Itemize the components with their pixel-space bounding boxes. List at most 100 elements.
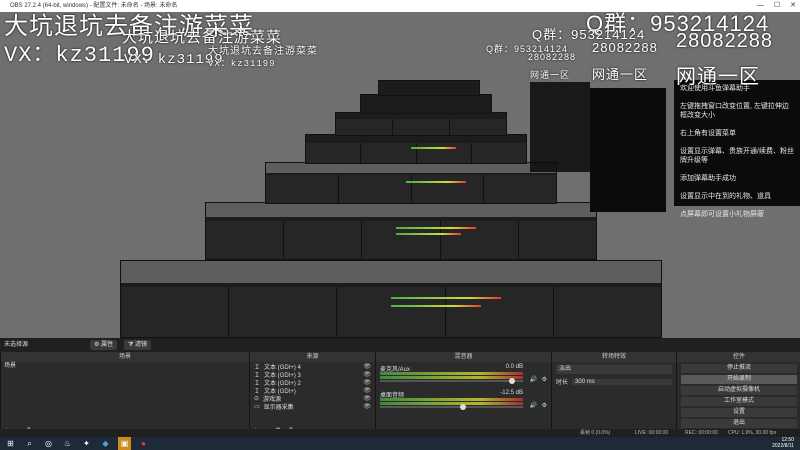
blender-icon[interactable]: ◆ bbox=[99, 437, 112, 450]
sources-dock-title: 来源 bbox=[250, 352, 375, 362]
nested-preview-frame bbox=[265, 162, 557, 204]
duration-input[interactable]: 300 ms bbox=[572, 378, 672, 385]
watermark-vx: VX：kz31199 bbox=[208, 59, 276, 69]
window-title: OBS 27.2.4 (64-bit, windows) - 配置文件: 未命名… bbox=[10, 3, 178, 9]
filters-label: 滤镜 bbox=[135, 342, 148, 348]
obs-icon[interactable]: ● bbox=[137, 437, 150, 450]
system-tray-clock[interactable]: 12:50 2022/8/11 bbox=[772, 437, 794, 450]
window-controls: — ☐ ✕ bbox=[757, 0, 796, 12]
volume-meter bbox=[380, 372, 523, 375]
filters-button[interactable]: ⧩ 滤镜 bbox=[124, 340, 152, 350]
track-db: 0.0 dB bbox=[505, 364, 523, 370]
nested-preview-frame bbox=[360, 94, 492, 114]
volume-meter bbox=[380, 376, 523, 379]
volume-slider[interactable] bbox=[380, 404, 523, 410]
nested-preview-frame bbox=[305, 134, 527, 164]
gear-icon[interactable]: ⚙ bbox=[542, 402, 547, 409]
eye-icon[interactable]: 👁 bbox=[363, 395, 371, 402]
maximize-button[interactable]: ☐ bbox=[774, 0, 780, 12]
clock-date: 2022/8/11 bbox=[772, 443, 794, 449]
virtual-camera-button[interactable]: 启动虚拟摄像机 bbox=[681, 386, 797, 395]
help-line: 设置显示中在到的礼物、道具 bbox=[680, 193, 771, 200]
close-button[interactable]: ✕ bbox=[790, 0, 796, 12]
gear-icon[interactable]: ⚙ bbox=[542, 376, 547, 383]
speaker-icon[interactable]: 🔊 bbox=[530, 402, 537, 409]
gear-icon: ⚙ bbox=[94, 342, 100, 348]
live-timer: LIVE: 00:00:00 bbox=[635, 430, 669, 436]
mixer-dock-title: 混音器 bbox=[376, 352, 551, 362]
filter-icon: ⧩ bbox=[128, 342, 134, 348]
volume-slider-knob[interactable] bbox=[508, 378, 515, 384]
controls-dock: 控件 停止推流 开始录制 启动虚拟摄像机 工作室模式 设置 退出 bbox=[676, 352, 800, 437]
transitions-dock: 转场特效 淡出 时长 300 ms bbox=[551, 352, 676, 437]
danmaku-help-panel: 欢迎使用斗鱼弹幕助手 左键拖拽窗口改变位置, 左键拉伸边框改变大小 右上角有设置… bbox=[674, 80, 800, 218]
volume-slider[interactable] bbox=[380, 378, 523, 384]
steam-icon[interactable]: ♨ bbox=[61, 437, 74, 450]
nested-preview-frame bbox=[335, 112, 507, 136]
counter-strike-icon[interactable]: ✦ bbox=[80, 437, 93, 450]
help-line: 右上角有设置菜单 bbox=[680, 130, 736, 137]
windows-start-icon[interactable]: ⊞ bbox=[4, 437, 17, 450]
watermark-qq2: 28082288 bbox=[592, 40, 658, 55]
scenes-dock: 场景 场景 + − ⌃ ⌄ bbox=[0, 352, 249, 437]
rec-timer: REC: 00:00:00 bbox=[685, 430, 718, 436]
no-source-label: 未选择源 bbox=[4, 342, 29, 348]
watermark-title: 大坑退坑去备注游菜菜 bbox=[208, 46, 318, 57]
source-item[interactable]: ▭ 显示器采集 👁 bbox=[250, 402, 375, 411]
help-line: 左键拖拽窗口改变位置, 左键拉伸边框改变大小 bbox=[680, 103, 789, 119]
transition-type-select[interactable]: 淡出 bbox=[556, 365, 672, 374]
gamepad-icon: ⊙ bbox=[254, 395, 260, 402]
properties-button[interactable]: ⚙ 属性 bbox=[90, 340, 118, 350]
stop-streaming-button[interactable]: 停止推流 bbox=[681, 364, 797, 373]
transitions-dock-title: 转场特效 bbox=[552, 352, 676, 362]
transition-duration-row: 时长 300 ms bbox=[556, 377, 672, 386]
mixer-track: 麦克风/Aux 0.0 dB 🔊 ⚙ bbox=[376, 362, 551, 388]
nested-preview-frame bbox=[205, 202, 597, 260]
volume-meter bbox=[380, 402, 523, 405]
cpu-usage: CPU: 1.9%, 30.00 fps bbox=[728, 430, 777, 436]
track-db: -12.5 dB bbox=[500, 390, 523, 396]
preview-canvas[interactable]: 欢迎使用斗鱼弹幕助手 左键拖拽窗口改变位置, 左键拉伸边框改变大小 右上角有设置… bbox=[0, 12, 800, 338]
audio-mixer-dock: 混音器 麦克风/Aux 0.0 dB 🔊 ⚙ 桌面音频 -12.5 dB 🔊 ⚙ bbox=[375, 352, 551, 437]
exit-button[interactable]: 退出 bbox=[681, 419, 797, 428]
eye-icon[interactable]: 👁 bbox=[363, 371, 371, 378]
obs-main-ui: 未选择源 ⚙ 属性 ⧩ 滤镜 场景 场景 + − ⌃ ⌄ 来源 Ｉ文本 (GDI… bbox=[0, 338, 800, 437]
mixer-track: 桌面音频 -12.5 dB 🔊 ⚙ bbox=[376, 388, 551, 414]
sources-dock: 来源 Ｉ 文本 (GDI+) 4 👁 Ｉ 文本 (GDI+) 3 👁 Ｉ 文本 (GDI+… bbox=[249, 352, 375, 437]
eye-icon[interactable]: 👁 bbox=[363, 363, 371, 370]
scenes-dock-title: 场景 bbox=[1, 352, 249, 362]
dropped-frames: 丢帧 0 (0.0%) bbox=[580, 430, 611, 436]
scene-item[interactable]: 场景 bbox=[1, 362, 249, 370]
controls-dock-title: 控件 bbox=[677, 352, 800, 362]
window-titlebar: OBS 27.2.4 (64-bit, windows) - 配置文件: 未命名… bbox=[0, 0, 800, 12]
search-icon[interactable]: ⌕ bbox=[23, 437, 36, 450]
eye-icon[interactable]: 👁 bbox=[363, 387, 371, 394]
nested-preview-frame bbox=[378, 80, 480, 96]
settings-button[interactable]: 设置 bbox=[681, 408, 797, 417]
watermark-region: 网通一区 bbox=[592, 67, 649, 82]
volume-meter bbox=[380, 398, 523, 401]
speaker-icon[interactable]: 🔊 bbox=[530, 376, 537, 383]
nested-help-panel bbox=[530, 82, 590, 172]
status-bar: 丢帧 0 (0.0%) LIVE: 00:00:00 REC: 00:00:00… bbox=[0, 429, 800, 437]
watermark-qq2: 28082288 bbox=[528, 52, 577, 62]
task-view-icon[interactable]: ◎ bbox=[42, 437, 55, 450]
start-recording-button[interactable]: 开始录制 bbox=[681, 375, 797, 384]
watermark-region: 网通一区 bbox=[676, 66, 760, 88]
studio-mode-button[interactable]: 工作室模式 bbox=[681, 397, 797, 406]
eye-icon[interactable]: 👁 bbox=[363, 379, 371, 386]
help-line: 设置显示弹幕、贵族开通/续费、粉丝牌升级等 bbox=[680, 148, 794, 164]
monitor-icon: ▭ bbox=[254, 403, 260, 410]
eye-icon[interactable]: 👁 bbox=[363, 403, 371, 410]
help-line: 添加弹幕助手成功 bbox=[680, 175, 736, 182]
watermark-region: 网通一区 bbox=[530, 70, 571, 80]
minimize-button[interactable]: — bbox=[757, 0, 764, 12]
nested-help-panel bbox=[590, 88, 666, 212]
nested-preview-frame bbox=[120, 260, 662, 338]
text-icon: Ｉ bbox=[254, 388, 261, 395]
watermark-qq2: 28082288 bbox=[676, 30, 773, 52]
duration-label: 时长 bbox=[556, 380, 569, 386]
source-toolbar: 未选择源 ⚙ 属性 ⧩ 滤镜 bbox=[0, 338, 800, 352]
volume-slider-knob[interactable] bbox=[459, 404, 466, 410]
folder-icon[interactable]: ▣ bbox=[118, 437, 131, 450]
